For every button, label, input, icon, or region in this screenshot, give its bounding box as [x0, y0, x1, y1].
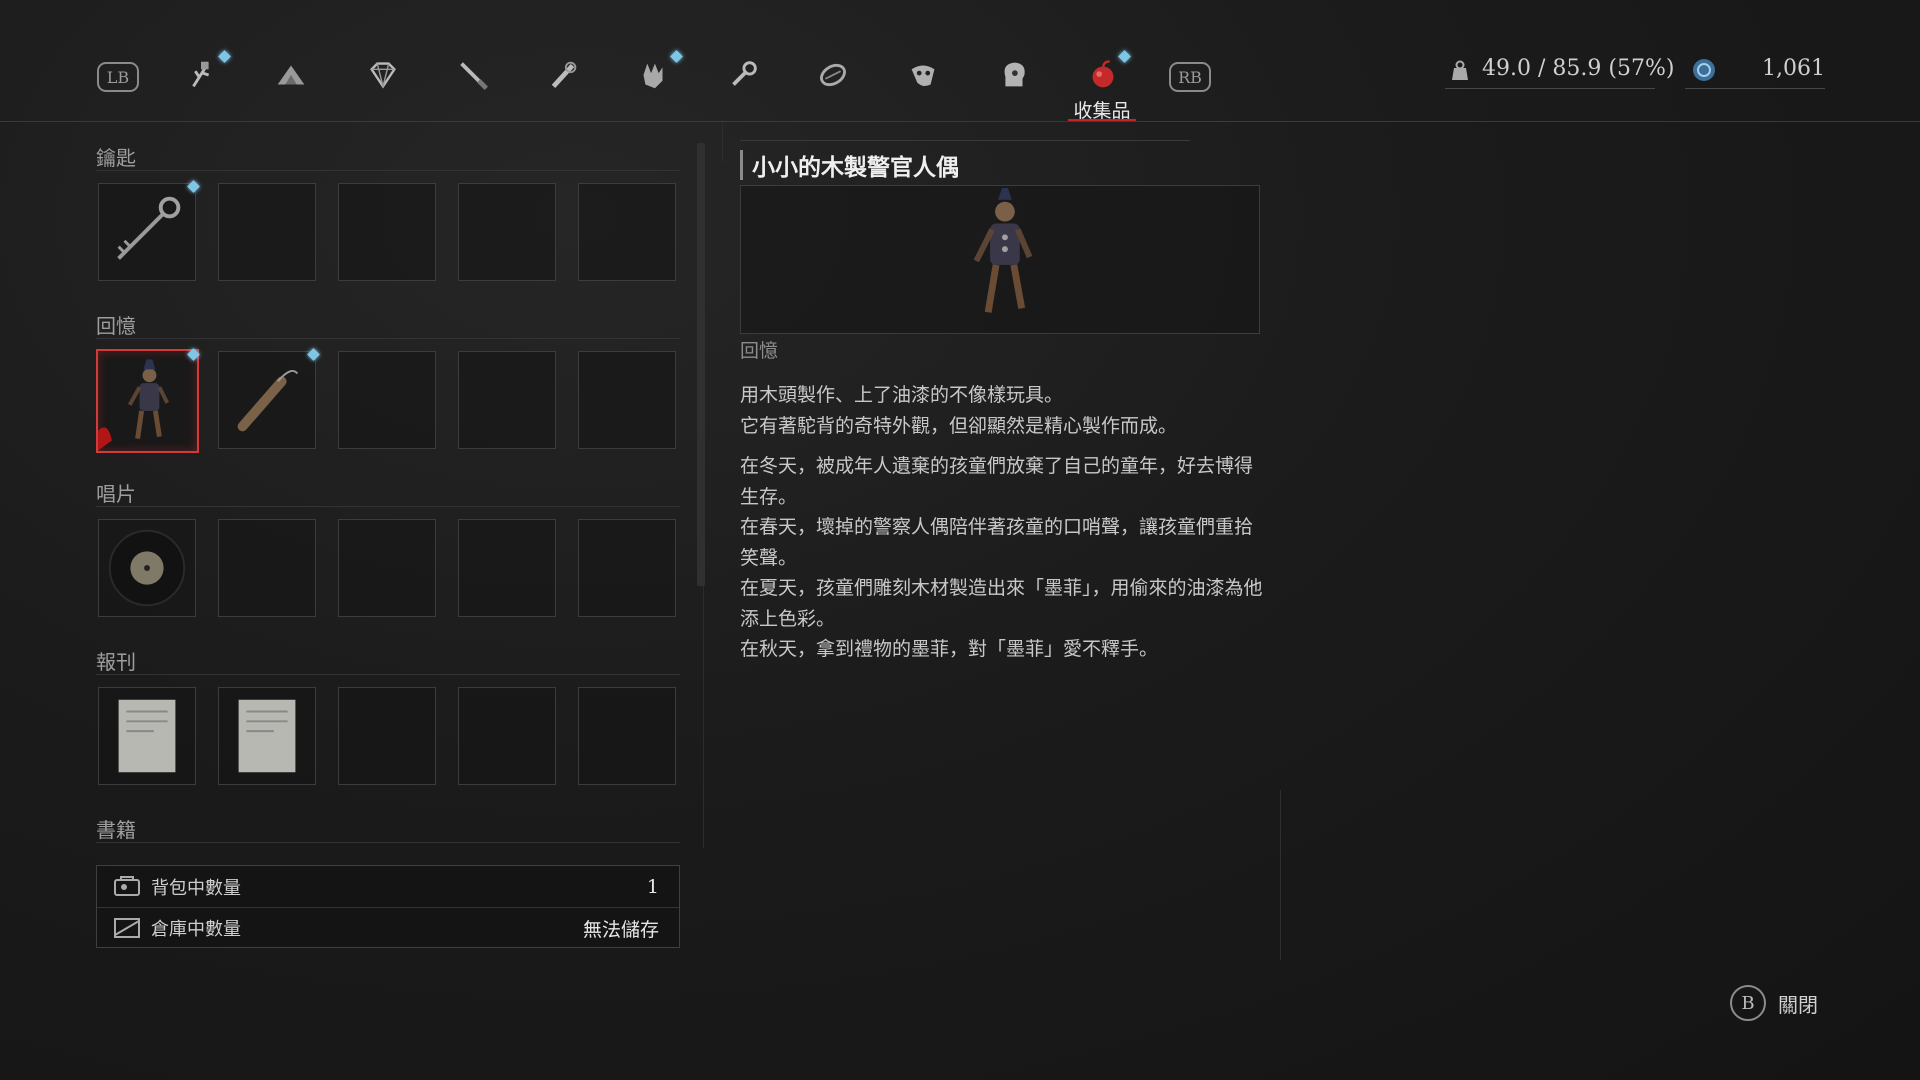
slot-whistle[interactable]: [218, 351, 316, 449]
slot-empty[interactable]: [458, 687, 556, 785]
ammo-belt-icon: [820, 63, 846, 87]
glove-icon: [643, 63, 663, 89]
category-title-books: 書籍: [96, 818, 136, 842]
backpack-quantity-row: 背包中數量 1: [97, 868, 679, 906]
description-line: 用木頭製作、上了油漆的不像樣玩具。: [740, 384, 1064, 406]
storage-quantity-label: 倉庫中數量: [151, 919, 241, 940]
info-divider: [97, 907, 679, 908]
slot-empty[interactable]: [338, 351, 436, 449]
newspaper-icon: [238, 699, 296, 773]
vinyl-record-icon: [108, 529, 186, 607]
tab-ammo[interactable]: [810, 52, 856, 98]
backpack-quantity-label: 背包中數量: [151, 878, 241, 899]
slot-empty[interactable]: [458, 519, 556, 617]
tab-knives[interactable]: [450, 52, 496, 98]
herb-icon: [192, 61, 210, 88]
slot-newspaper[interactable]: [218, 687, 316, 785]
weight-underline: [1445, 88, 1655, 89]
slot-empty[interactable]: [218, 183, 316, 281]
tab-herbs[interactable]: [178, 52, 224, 98]
rifle-scope-icon: [551, 61, 577, 88]
slot-empty[interactable]: [338, 687, 436, 785]
slot-empty[interactable]: [578, 351, 676, 449]
quantity-info-box: 背包中數量 1 倉庫中數量 無法儲存: [96, 865, 680, 948]
category-title-newspapers: 報刊: [96, 650, 136, 674]
rb-bumper-button[interactable]: RB: [1169, 62, 1211, 92]
description-line: 在秋天，拿到禮物的墨菲，對「墨菲」愛不釋手。: [740, 638, 1159, 660]
tab-scopes[interactable]: [540, 52, 586, 98]
category-title-records: 唱片: [96, 482, 136, 506]
tab-gunpowder[interactable]: [268, 52, 314, 98]
newspaper-icon: [118, 699, 176, 773]
description-line: 它有著駝背的奇特外觀，但卻顯然是精心製作而成。: [740, 414, 1178, 437]
item-category: 回憶: [740, 340, 779, 362]
currency-underline: [1685, 88, 1825, 89]
tab-masks[interactable]: [900, 52, 946, 98]
category-tab-bar: LB 收集品 RB 49.0 / 85.9 (57%) 1,061: [0, 0, 1920, 122]
scrollbar-thumb[interactable]: [697, 143, 705, 586]
panel-divider: [722, 122, 723, 162]
category-divider: [96, 674, 680, 675]
storage-box-icon: [114, 918, 140, 938]
weight-icon: [1452, 60, 1468, 80]
topbar-divider: [0, 121, 1920, 122]
storage-quantity-row: 倉庫中數量 無法儲存: [97, 909, 679, 947]
category-divider: [96, 170, 680, 171]
backpack-icon: [114, 876, 140, 896]
category-title-keys: 鑰匙: [96, 146, 136, 170]
wooden-puppet-preview-icon: [973, 187, 1033, 313]
slot-newspaper[interactable]: [98, 687, 196, 785]
slot-empty[interactable]: [578, 687, 676, 785]
weight-value: 49.0 / 85.9 (57%): [1482, 56, 1675, 81]
category-divider: [96, 338, 680, 339]
tab-collectibles[interactable]: [1080, 52, 1126, 98]
slot-empty[interactable]: [338, 183, 436, 281]
close-prompt[interactable]: B 關閉: [1730, 985, 1818, 1021]
skeleton-key-icon: [117, 196, 181, 260]
detail-title-accent: [740, 150, 743, 180]
storage-quantity-value: 無法儲存: [582, 918, 659, 941]
currency-value: 1,061: [1762, 56, 1825, 81]
detail-title-line: [740, 140, 1190, 141]
slot-empty[interactable]: [458, 183, 556, 281]
category-divider: [96, 506, 680, 507]
b-button-icon: B: [1730, 985, 1766, 1021]
category-title-memories: 回憶: [96, 314, 136, 338]
category-divider: [96, 842, 680, 843]
close-label: 關閉: [1778, 992, 1818, 1017]
wrench-icon: [732, 61, 757, 86]
item-preview: [740, 185, 1260, 334]
slot-empty[interactable]: [578, 519, 676, 617]
currency-icon: [1693, 59, 1715, 81]
slot-wooden-puppet-selected[interactable]: [96, 349, 199, 453]
tab-characters[interactable]: [990, 52, 1036, 98]
knife-icon: [460, 62, 488, 90]
gunpowder-icon: [277, 65, 305, 85]
panel-frame: [1280, 790, 1281, 960]
slot-empty[interactable]: [338, 519, 436, 617]
description-line: 在夏天，孩童們雕刻木材製造出來「墨菲」，用偷來的油漆為他添上色彩。: [740, 577, 1263, 630]
collectible-icon: [1092, 60, 1114, 88]
tab-tools[interactable]: [720, 52, 766, 98]
head-profile-icon: [1004, 62, 1025, 87]
tab-attachments[interactable]: [630, 52, 676, 98]
tab-gems[interactable]: [360, 52, 406, 98]
wooden-puppet-icon: [98, 359, 170, 451]
slot-empty[interactable]: [458, 351, 556, 449]
backpack-quantity-value: 1: [646, 876, 659, 898]
mask-icon: [911, 65, 935, 87]
slot-key[interactable]: [98, 183, 196, 281]
slot-record[interactable]: [98, 519, 196, 617]
slot-empty[interactable]: [578, 183, 676, 281]
item-description: 用木頭製作、上了油漆的不像樣玩具。 它有著駝背的奇特外觀，但卻顯然是精心製作而成…: [740, 380, 1265, 665]
lb-bumper-button[interactable]: LB: [97, 62, 139, 92]
slot-empty[interactable]: [218, 519, 316, 617]
whistle-icon: [237, 370, 299, 432]
description-line: 在春天，壞掉的警察人偶陪伴著孩童的口哨聲，讓孩童們重拾笑聲。: [740, 516, 1254, 569]
gem-icon: [370, 62, 396, 89]
description-line: 在冬天，被成年人遺棄的孩童們放棄了自己的童年，好去博得生存。: [740, 455, 1254, 508]
item-title: 小小的木製警官人偶: [752, 154, 959, 181]
